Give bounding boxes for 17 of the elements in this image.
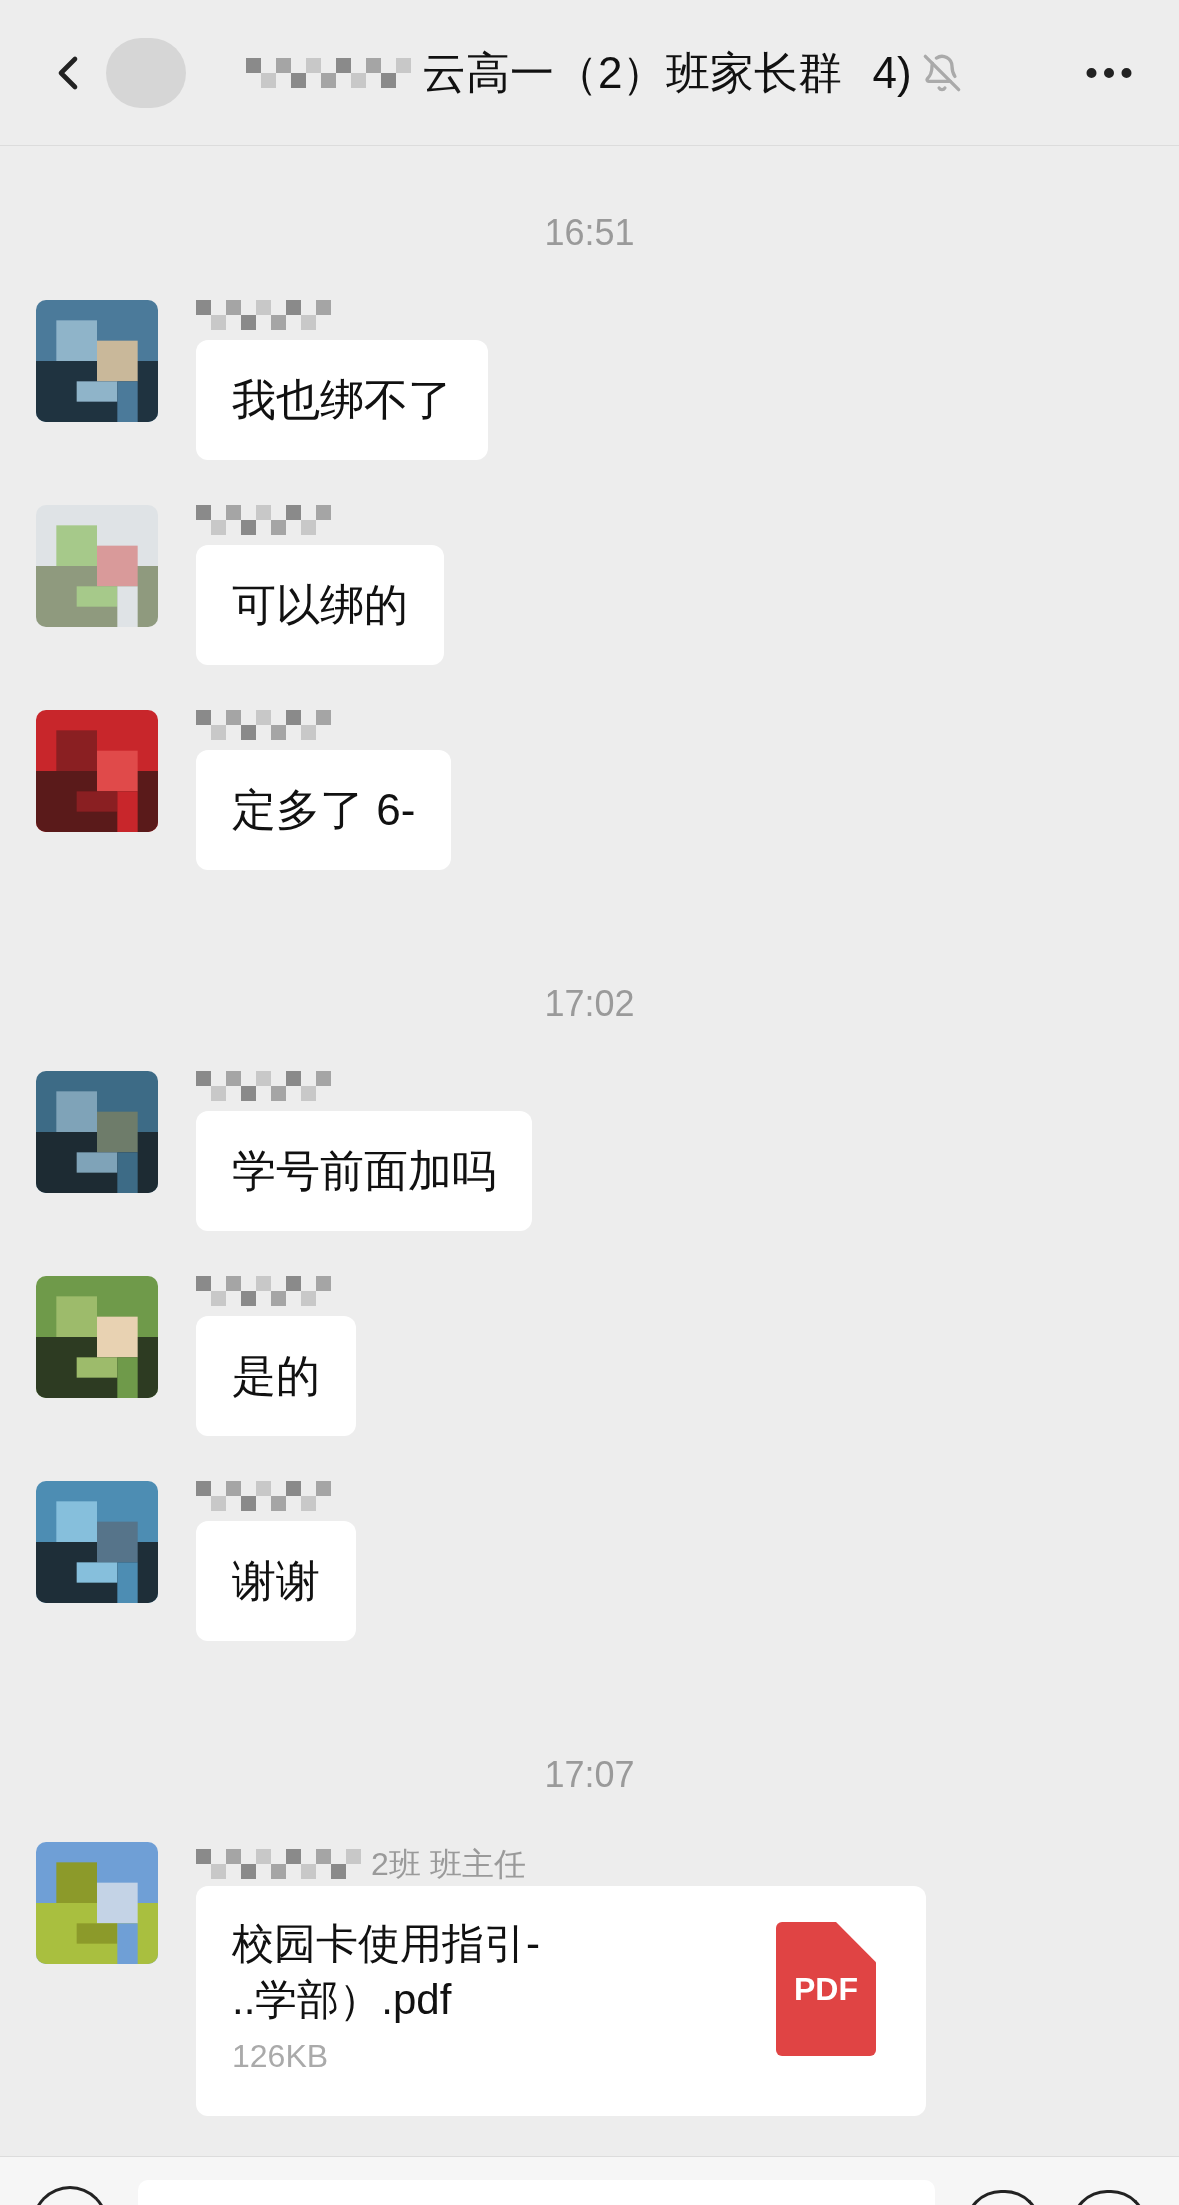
timestamp: 17:07 <box>544 1753 635 1797</box>
timestamp: 16:51 <box>544 211 635 255</box>
file-name-line: 校园卡使用指引- <box>232 1919 540 1969</box>
timestamp: 17:02 <box>544 982 635 1026</box>
message-bubble: 我也绑不了 <box>196 340 488 460</box>
message-bubble: 定多了 6- <box>196 750 452 870</box>
member-count: 4) <box>872 46 912 99</box>
pdf-file-icon: PDF <box>776 1922 876 2056</box>
message-bubble: 是的 <box>196 1316 356 1436</box>
sender-name: 2班 班主任 <box>371 1845 526 1884</box>
message-bubble: 谢谢 <box>196 1521 356 1641</box>
message-bubble: 学号前面加吗 <box>196 1111 532 1231</box>
file-name-line: ..学部）.pdf <box>232 1975 453 2025</box>
file-card[interactable]: 校园卡使用指引- ..学部）.pdf 126KB PDF <box>196 1886 926 2116</box>
file-size: 126KB <box>232 2037 330 2076</box>
chat-title: 云高一（2）班家长群 <box>422 46 843 99</box>
message-bubble: 可以绑的 <box>196 545 444 665</box>
